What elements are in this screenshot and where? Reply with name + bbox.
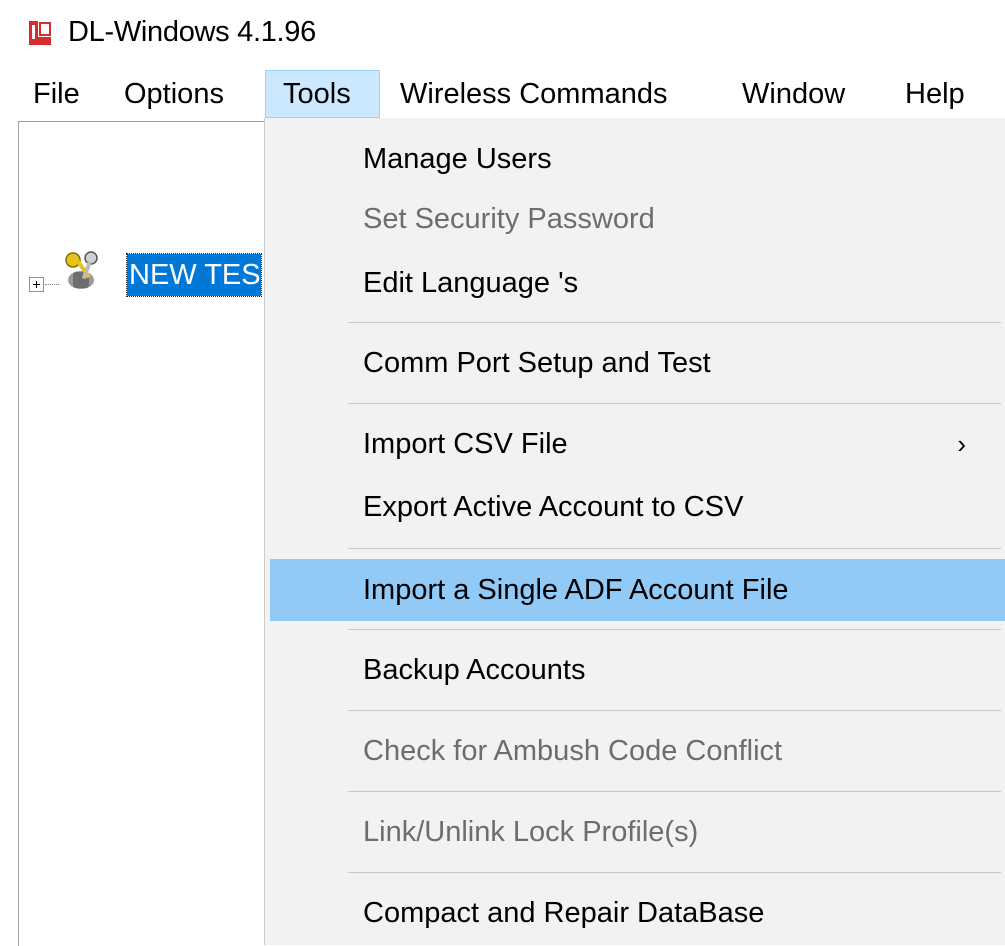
menu-window[interactable]: Window: [742, 70, 845, 118]
menu-separator: [348, 791, 1001, 792]
menu-tools[interactable]: Tools: [265, 70, 380, 118]
menu-separator: [348, 872, 1001, 873]
menu-item-edit-languages[interactable]: Edit Language 's: [270, 252, 1005, 314]
menu-item-label: Link/Unlink Lock Profile(s): [363, 816, 699, 848]
menu-item-label: Check for Ambush Code Conflict: [363, 735, 783, 767]
menu-separator: [348, 548, 1001, 549]
menu-separator: [348, 629, 1001, 630]
menu-item-export-active-account[interactable]: Export Active Account to CSV: [270, 476, 1005, 538]
window-title: DL-Windows 4.1.96: [68, 16, 316, 48]
menu-item-link-unlink-lock-profile: Link/Unlink Lock Profile(s): [270, 801, 1005, 863]
menu-separator: [348, 322, 1001, 323]
menu-options[interactable]: Options: [124, 70, 224, 118]
menu-item-label: Import CSV File: [363, 428, 568, 460]
menu-item-label: Set Security Password: [363, 203, 655, 235]
menu-item-label: Comm Port Setup and Test: [363, 347, 711, 379]
chevron-right-icon: ›: [957, 429, 966, 459]
menu-item-check-ambush-code: Check for Ambush Code Conflict: [270, 720, 1005, 782]
menu-file[interactable]: File: [33, 70, 80, 118]
menu-item-set-security-password: Set Security Password: [270, 188, 1005, 250]
tree-connector: [45, 284, 59, 285]
menu-separator: [348, 403, 1001, 404]
keys-icon: [59, 250, 103, 292]
menu-item-label: Backup Accounts: [363, 654, 586, 686]
menu-item-import-csv-file[interactable]: Import CSV File ›: [270, 413, 1005, 475]
menu-bar: File Options Tools Wireless Commands Win…: [0, 70, 1005, 118]
menu-item-compact-repair-database[interactable]: Compact and Repair DataBase: [270, 882, 1005, 944]
menu-item-label: Import a Single ADF Account File: [363, 574, 789, 606]
menu-help[interactable]: Help: [905, 70, 965, 118]
menu-item-label: Export Active Account to CSV: [363, 491, 744, 523]
account-tree[interactable]: NEW TES: [18, 121, 265, 946]
menu-item-label[interactable]: Edit Language 's: [363, 267, 578, 299]
menu-wireless-commands[interactable]: Wireless Commands: [400, 70, 668, 118]
menu-item-label: Compact and Repair DataBase: [363, 897, 765, 929]
menu-item-label: Manage Users: [363, 143, 552, 175]
menu-separator: [348, 710, 1001, 711]
menu-item-comm-port-setup[interactable]: Comm Port Setup and Test: [270, 332, 1005, 394]
expand-icon[interactable]: [29, 277, 44, 292]
menu-item-backup-accounts[interactable]: Backup Accounts: [270, 639, 1005, 701]
title-bar: DL-Windows 4.1.96: [0, 0, 1005, 66]
menu-item-manage-users[interactable]: Manage Users: [270, 128, 1005, 190]
tools-dropdown-menu: Manage Users Set Security Password Edit …: [264, 118, 1005, 945]
app-lock-icon: [28, 20, 52, 46]
tree-node-label[interactable]: NEW TES: [126, 253, 262, 297]
menu-item-import-single-adf[interactable]: Import a Single ADF Account File: [270, 559, 1005, 621]
